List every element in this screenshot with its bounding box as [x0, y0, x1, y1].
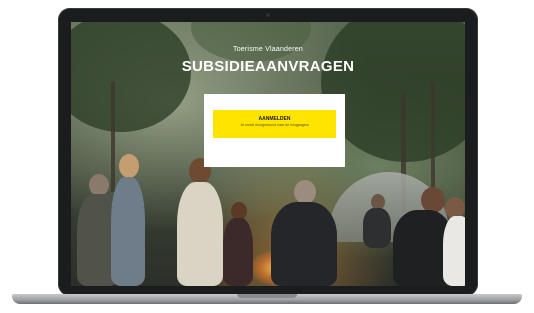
login-card: AANMELDEN Je wordt doorgestuurd naar de … — [204, 94, 345, 167]
login-button[interactable]: AANMELDEN Je wordt doorgestuurd naar de … — [213, 110, 336, 138]
camera-icon — [266, 13, 270, 17]
hero-subtitle: Toerisme Vlaanderen — [233, 46, 303, 53]
page-title: SUBSIDIEAANVRAGEN — [181, 58, 355, 75]
login-button-subtext: Je wordt doorgestuurd naar de inlogpagin… — [240, 123, 309, 127]
laptop-screen: Toerisme Vlaanderen SUBSIDIEAANVRAGEN AA… — [71, 22, 465, 286]
laptop-notch — [237, 294, 297, 298]
